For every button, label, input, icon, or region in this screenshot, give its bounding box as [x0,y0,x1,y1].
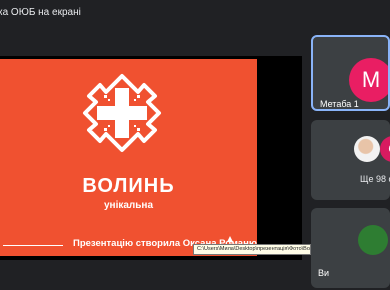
mouse-cursor-icon [227,236,233,242]
presentation-title: ка ОЮБ на екрані [0,7,81,18]
self-tile[interactable]: Ви [311,208,390,288]
shared-screen: ВОЛИНЬ унікальна Презентацію створила Ок… [0,56,311,260]
more-participants-label: Ще 98 ос [360,174,390,184]
self-name: Ви [318,268,330,278]
credit-divider [3,245,63,246]
more-participants-tile[interactable]: С Ще 98 ос [311,120,390,200]
participant-name: Метаба 1 [320,99,359,109]
brand-title: ВОЛИНЬ [82,175,175,197]
brand-subtitle: унікальна [103,200,154,211]
participant-avatar: С [380,136,390,162]
presentation-header: ка ОЮБ на екрані [0,0,300,26]
participant-tile-metaba[interactable]: М Метаба 1 [311,35,390,111]
file-path-tooltip: C:\Users\Мила\Desktop\презентація\Фото\В… [193,244,311,255]
self-avatar [358,225,388,255]
participant-avatar: М [349,58,388,102]
volyn-cross-logo-icon [83,74,161,152]
presentation-slide: ВОЛИНЬ унікальна Презентацію створила Ок… [0,59,257,256]
participant-photo-avatar [354,136,380,162]
